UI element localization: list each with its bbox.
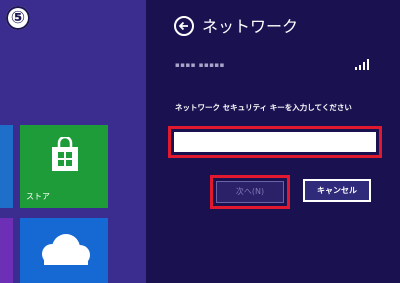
store-tile-label: ストア [26,192,50,201]
security-key-highlight [168,126,382,158]
step-number-badge: ⑤ [6,6,30,30]
wifi-signal-icon [355,59,369,70]
partial-tile-blue[interactable] [0,125,13,208]
back-button[interactable] [174,16,194,36]
security-key-label: ネットワーク セキュリティ キーを入力してください [175,103,352,112]
windows-start-screen: ストア ⑤ ネットワーク ▪▪▪▪ ▪▪▪▪▪ ネットワーク セキュリティ キー… [0,0,400,283]
next-button[interactable]: 次へ(N) [216,181,284,203]
security-key-input[interactable] [174,132,376,152]
cloud-icon [42,234,90,265]
store-tile[interactable]: ストア [20,125,108,208]
panel-title: ネットワーク [202,17,299,36]
network-name: ▪▪▪▪ ▪▪▪▪▪ [175,61,225,69]
partial-tile-purple[interactable] [0,218,13,283]
next-button-highlight: 次へ(N) [210,175,290,209]
cancel-button[interactable]: キャンセル [303,179,371,202]
store-bag-icon [52,137,78,171]
skydrive-tile[interactable] [20,218,108,283]
back-arrow-icon [178,21,188,31]
